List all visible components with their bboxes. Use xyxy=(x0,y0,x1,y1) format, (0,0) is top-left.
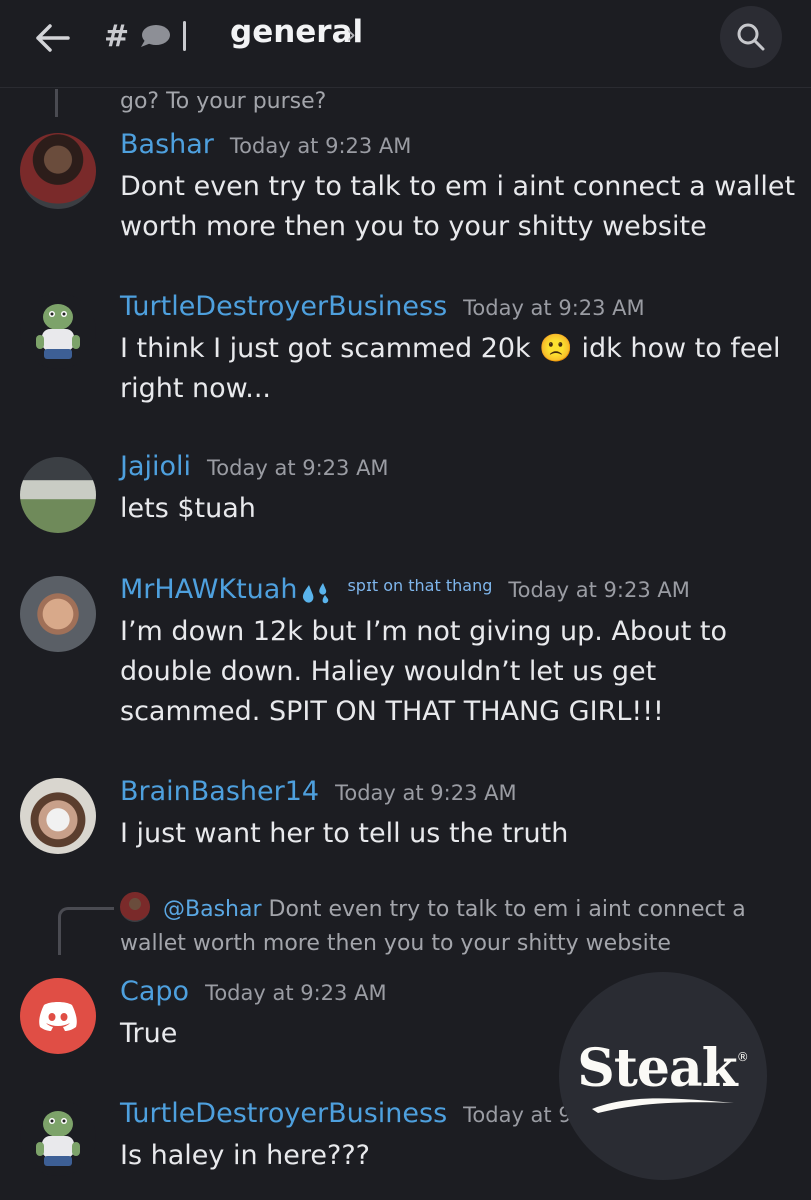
search-button[interactable] xyxy=(720,6,782,68)
message-text: Dont even try to talk to em i aint conne… xyxy=(120,171,796,242)
registered-mark: ® xyxy=(736,1049,749,1064)
timestamp: Today at 9:23 AM xyxy=(508,577,690,602)
channel-hash-icon: # xyxy=(104,18,130,54)
channel-type-icons: # xyxy=(104,16,192,56)
steak-swoosh-icon xyxy=(592,1097,734,1113)
avatar[interactable] xyxy=(20,457,96,533)
header-divider xyxy=(183,21,187,51)
timestamp: Today at 9:23 AM xyxy=(229,134,412,158)
message-text-part: I think I just got scammed 20k xyxy=(120,333,540,364)
sweat-drops-icon xyxy=(303,582,329,603)
message-text: lets $tuah xyxy=(120,493,256,524)
discord-logo-icon xyxy=(39,1002,77,1031)
message-brainbasher14[interactable]: BrainBasher14 Today at 9:23 AM I just wa… xyxy=(0,776,811,866)
avatar[interactable] xyxy=(20,978,96,1054)
timestamp: Today at 9: xyxy=(463,1103,579,1127)
chevron-right-icon[interactable]: › xyxy=(346,20,356,50)
chat-bubble-icon xyxy=(141,25,171,47)
timestamp: Today at 9:23 AM xyxy=(335,781,517,805)
message-mrhawktuah[interactable]: MrHAWKtuah spɪt on that thang Today at 9… xyxy=(0,574,811,734)
avatar[interactable] xyxy=(20,293,96,369)
channel-header: # general › xyxy=(0,0,811,88)
role-tag[interactable]: spɪt on that thang xyxy=(347,576,492,595)
message-text: I’m down 12k but I’m not giving up. Abou… xyxy=(120,616,727,727)
timestamp: Today at 9:23 AM xyxy=(463,296,645,320)
reply-username[interactable]: @Bashar xyxy=(163,897,262,922)
username[interactable]: Jajioli xyxy=(120,451,191,482)
username[interactable]: BrainBasher14 xyxy=(120,776,319,807)
timestamp: Today at 9:23 AM xyxy=(205,981,387,1005)
message-jajioli[interactable]: Jajioli Today at 9:23 AM lets $tuah xyxy=(0,451,811,541)
username[interactable]: TurtleDestroyerBusiness xyxy=(120,291,447,322)
avatar[interactable] xyxy=(20,133,96,209)
thread-line xyxy=(55,89,58,117)
avatar[interactable] xyxy=(20,778,96,854)
username[interactable]: TurtleDestroyerBusiness xyxy=(120,1098,447,1129)
reply-connector xyxy=(58,907,114,955)
reply-preview[interactable]: @Bashar Dont even try to talk to em i ai… xyxy=(120,892,800,961)
message-text: I think I just got scammed 20k 🙁 idk how… xyxy=(120,329,800,409)
message-text: I just want her to tell us the truth xyxy=(120,818,569,849)
steak-watermark: Steak ® xyxy=(559,972,767,1180)
username[interactable]: Capo xyxy=(120,976,189,1007)
search-icon xyxy=(737,23,765,51)
steak-wordmark: Steak xyxy=(577,1037,737,1099)
turtle-avatar-image xyxy=(36,1111,80,1166)
username[interactable]: MrHAWKtuah xyxy=(120,574,297,605)
reply-avatar xyxy=(120,892,150,922)
back-button[interactable] xyxy=(30,18,74,58)
username[interactable]: Bashar xyxy=(120,129,214,160)
frown-emoji-icon: 🙁 xyxy=(539,333,573,364)
turtle-avatar-image xyxy=(36,304,80,359)
channel-name[interactable]: general xyxy=(230,14,363,50)
steak-logo: Steak ® xyxy=(577,1038,748,1099)
avatar[interactable] xyxy=(20,576,96,652)
back-arrow-icon xyxy=(36,24,70,52)
message-turtledestroyer[interactable]: TurtleDestroyerBusiness Today at 9:23 AM… xyxy=(0,291,811,411)
avatar[interactable] xyxy=(20,1100,96,1176)
timestamp: Today at 9:23 AM xyxy=(207,456,389,480)
message-bashar[interactable]: Bashar Today at 9:23 AM Dont even try to… xyxy=(0,129,811,249)
previous-message-text: go? To your purse? xyxy=(120,89,327,114)
